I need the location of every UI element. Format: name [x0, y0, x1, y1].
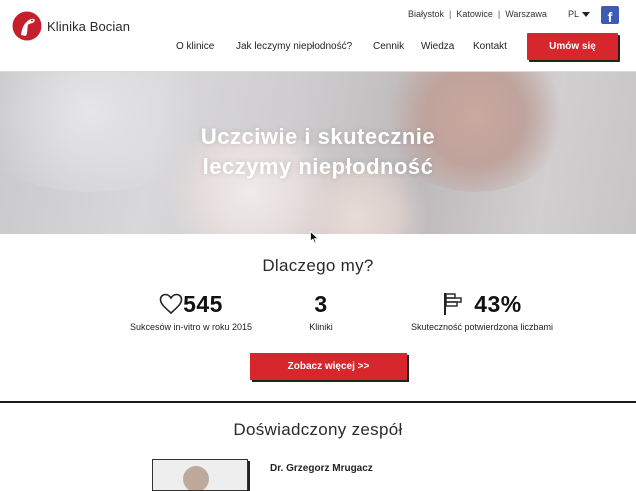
- flag-icon: [444, 293, 462, 315]
- doctor-name[interactable]: Dr. Grzegorz Mrugacz: [270, 463, 373, 474]
- stat-number: 43%: [474, 290, 522, 317]
- nav-item-wiedza[interactable]: Wiedza: [421, 41, 454, 52]
- team-title: Doświadczony zespół: [233, 420, 403, 439]
- section-divider: [0, 401, 636, 403]
- hero-banner: Uczciwie i skutecznie leczymy niepłodnoś…: [0, 72, 636, 234]
- facebook-icon[interactable]: f: [601, 6, 619, 24]
- stat-clinics: 3 Kliniki: [290, 290, 352, 333]
- hero-title-line: Uczciwie i skutecznie: [200, 124, 436, 149]
- stat-label: Sukcesów in-vitro w roku 2015: [129, 322, 253, 332]
- site-header: Klinika Bocian Białystok | Katowice | Wa…: [0, 0, 636, 72]
- why-us-title: Dlaczego my?: [262, 256, 374, 275]
- hero-title: Uczciwie i skutecznie leczymy niepłodnoś…: [0, 122, 636, 182]
- stat-ivf-successes: 545 Sukcesów in-vitro w roku 2015: [120, 290, 262, 333]
- stat-number: 545: [183, 290, 223, 317]
- nav-item-kontakt[interactable]: Kontakt: [473, 41, 507, 52]
- stat-value-row: 43%: [398, 290, 566, 318]
- city-separator: |: [497, 9, 501, 19]
- stat-label: Skuteczność potwierdzona liczbami: [410, 322, 554, 332]
- doctor-photo-head: [183, 466, 209, 490]
- doctor-photo[interactable]: [152, 459, 248, 491]
- city-selector: Białystok | Katowice | Warszawa: [408, 9, 547, 19]
- city-separator: |: [449, 9, 452, 19]
- caret-down-icon: [582, 11, 591, 17]
- see-more-button[interactable]: Zobacz więcej >>: [250, 353, 407, 380]
- language-label: PL: [568, 9, 580, 19]
- city-link-warszawa[interactable]: Warszawa: [505, 9, 547, 19]
- stat-value-row: 545: [120, 290, 262, 318]
- nav-item-cennik[interactable]: Cennik: [373, 41, 404, 52]
- book-appointment-button[interactable]: Umów się: [527, 33, 618, 60]
- nav-item-jak-leczymy[interactable]: Jak leczymy niepłodność?: [236, 41, 352, 52]
- stat-number: 3: [314, 290, 328, 317]
- stat-effectiveness: 43% Skuteczność potwierdzona liczbami: [398, 290, 566, 333]
- city-link-katowice[interactable]: Katowice: [456, 9, 493, 19]
- stat-label: Kliniki: [309, 322, 333, 332]
- nav-item-o-klinice[interactable]: O klinice: [176, 41, 214, 52]
- heart-icon: [159, 293, 183, 315]
- city-link-bialystok[interactable]: Białystok: [408, 9, 444, 19]
- hero-title-line: leczymy niepłodność: [202, 154, 434, 179]
- logo[interactable]: Klinika Bocian: [12, 11, 130, 41]
- facebook-glyph: f: [607, 9, 613, 24]
- stat-value-row: 3: [290, 290, 352, 318]
- mouse-cursor-icon: [310, 231, 319, 244]
- brand-name: Klinika Bocian: [47, 18, 131, 34]
- language-dropdown[interactable]: PL: [568, 9, 591, 19]
- stork-logo-icon: [12, 11, 42, 41]
